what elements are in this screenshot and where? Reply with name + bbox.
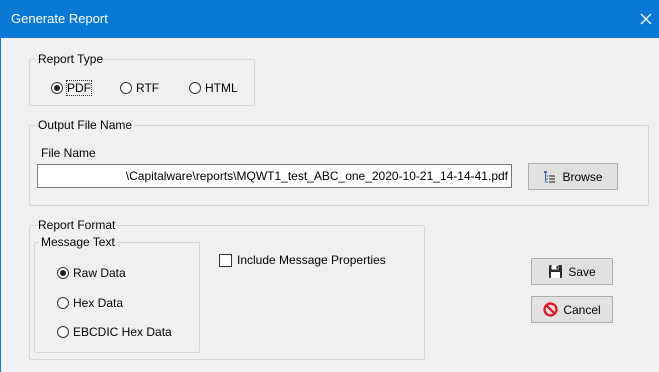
- floppy-disk-icon: [548, 264, 563, 279]
- radio-hex-data-circle[interactable]: [57, 297, 69, 309]
- save-button[interactable]: Save: [531, 258, 613, 285]
- file-name-value: \Capitalware\reports\MQWT1_test_ABC_one_…: [125, 169, 508, 183]
- cancel-button[interactable]: Cancel: [531, 296, 613, 323]
- radio-hex-data[interactable]: Hex Data: [57, 296, 123, 310]
- radio-pdf-label: PDF: [66, 80, 92, 96]
- radio-ebcdic-hex-data-label: EBCDIC Hex Data: [73, 325, 172, 339]
- output-file-legend: Output File Name: [38, 118, 133, 132]
- radio-rtf-label: RTF: [136, 81, 160, 95]
- radio-html-label: HTML: [205, 81, 238, 95]
- radio-hex-data-label: Hex Data: [73, 296, 124, 310]
- radio-pdf-circle[interactable]: [51, 82, 63, 94]
- radio-rtf-circle[interactable]: [120, 82, 132, 94]
- prohibited-icon: [543, 302, 558, 317]
- generate-report-dialog: Generate Report Report Type PDF RTF HTML…: [0, 0, 659, 372]
- include-properties-checkbox[interactable]: [219, 253, 232, 267]
- radio-raw-data-circle[interactable]: [57, 267, 69, 279]
- browse-label: Browse: [562, 169, 603, 184]
- browse-button[interactable]: Browse: [528, 163, 618, 190]
- radio-ebcdic-hex-data-circle[interactable]: [57, 326, 69, 338]
- file-name-label: File Name: [41, 146, 96, 160]
- save-label: Save: [568, 264, 596, 279]
- radio-pdf[interactable]: PDF: [51, 80, 92, 96]
- cancel-label: Cancel: [563, 302, 601, 317]
- close-button[interactable]: [632, 0, 659, 38]
- message-text-legend: Message Text: [41, 235, 115, 249]
- close-icon: [640, 13, 652, 25]
- window-title: Generate Report: [11, 11, 108, 26]
- radio-rtf[interactable]: RTF: [120, 81, 159, 95]
- radio-raw-data[interactable]: Raw Data: [57, 266, 126, 280]
- file-name-input[interactable]: \Capitalware\reports\MQWT1_test_ABC_one_…: [37, 164, 512, 188]
- radio-raw-data-label: Raw Data: [73, 266, 126, 280]
- output-file-group: Output File Name: [29, 118, 649, 206]
- include-properties-checkbox-row[interactable]: Include Message Properties: [219, 253, 386, 267]
- report-format-legend: Report Format: [38, 218, 116, 232]
- include-properties-label: Include Message Properties: [237, 253, 386, 267]
- report-type-group: Report Type: [29, 52, 255, 106]
- file-tree-icon: [543, 170, 557, 184]
- title-bar[interactable]: Generate Report: [1, 0, 659, 38]
- report-type-legend: Report Type: [38, 52, 104, 66]
- radio-ebcdic-hex-data[interactable]: EBCDIC Hex Data: [57, 325, 172, 339]
- radio-html[interactable]: HTML: [189, 81, 238, 95]
- radio-html-circle[interactable]: [189, 82, 201, 94]
